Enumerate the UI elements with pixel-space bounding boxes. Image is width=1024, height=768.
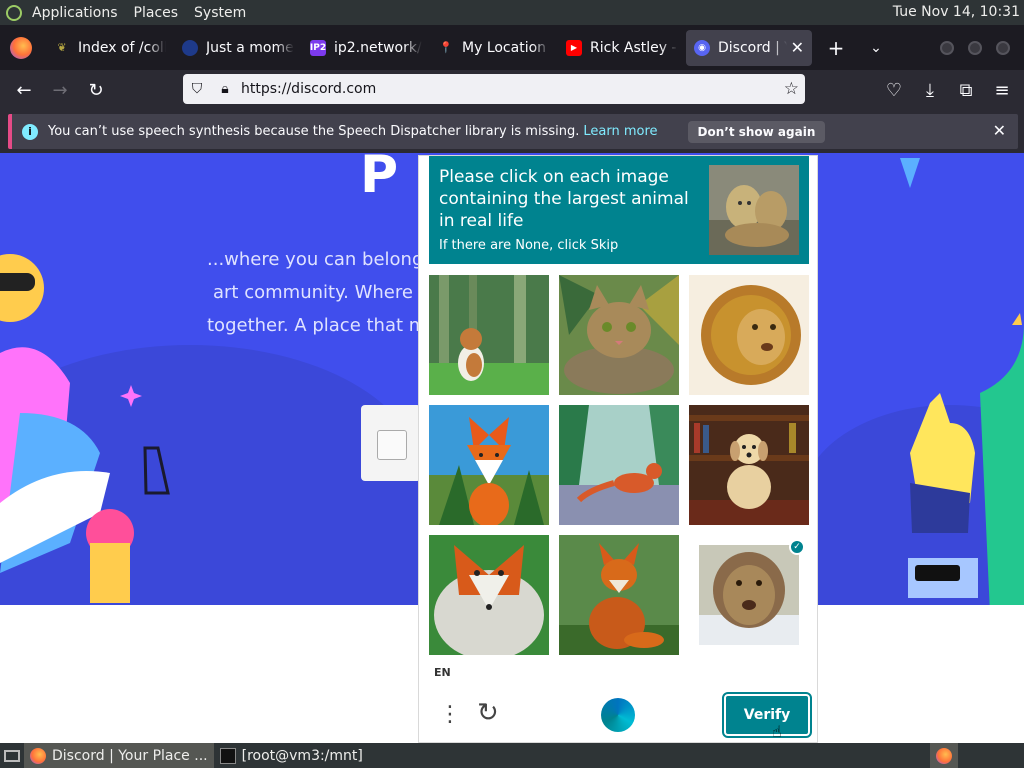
menu-dots-icon[interactable]: ⋮	[439, 702, 461, 727]
challenge-image-cell-selected[interactable]: ✓	[689, 535, 809, 655]
hero-text-line: art community. Where ju	[213, 282, 436, 303]
globe-icon	[182, 39, 198, 56]
new-tab-button[interactable]: +	[816, 36, 856, 60]
pocket-icon[interactable]: ♡	[876, 74, 912, 106]
reload-button[interactable]: ↻	[78, 74, 114, 106]
challenge-image-cell[interactable]	[429, 275, 549, 395]
discord-icon: ◉	[694, 39, 710, 56]
dont-show-again-button[interactable]: Don’t show again	[687, 120, 826, 143]
challenge-image-cell[interactable]	[689, 405, 809, 525]
taskbar-item-label: Discord | Your Place ...	[52, 747, 208, 764]
shield-icon[interactable]: ⛉	[183, 81, 211, 97]
tab-my-location[interactable]: 📍 My Location	[430, 25, 558, 70]
challenge-image-cell[interactable]	[429, 535, 549, 655]
cat-in-forest-image	[429, 275, 549, 395]
captcha-anchor	[361, 405, 421, 481]
clock[interactable]: Tue Nov 14, 10:31	[893, 4, 1020, 20]
lock-icon[interactable]: 🔒︎	[211, 81, 239, 97]
selected-checkmark-icon: ✓	[789, 539, 805, 555]
top-panel: Applications Places System Tue Nov 14, 1…	[0, 0, 1024, 25]
challenge-image-cell[interactable]	[689, 275, 809, 395]
challenge-image-cell[interactable]	[429, 405, 549, 525]
challenge-footer: ⋮ ↻ Verify	[419, 686, 817, 742]
notification-message: You can’t use speech synthesis because t…	[48, 124, 580, 139]
hcaptcha-challenge: Please click on each image containing th…	[418, 155, 818, 743]
menu-places[interactable]: Places	[126, 5, 187, 21]
minimize-window-button[interactable]	[940, 40, 954, 55]
challenge-image-cell[interactable]	[559, 405, 679, 525]
nav-bar: ← → ↻ ⛉ 🔒︎ https://discord.com ☆ ♡ ⤓ ⧉ ≡	[0, 70, 1024, 110]
bookmark-star-icon[interactable]: ☆	[784, 79, 799, 99]
ip2-icon: IP2	[310, 39, 326, 56]
close-window-button[interactable]	[996, 40, 1010, 55]
firefox-view-icon[interactable]	[10, 36, 32, 59]
close-tab-icon[interactable]: ✕	[791, 38, 804, 57]
back-button[interactable]: ←	[6, 74, 42, 106]
firefox-icon	[936, 747, 952, 764]
tab-ip2[interactable]: IP2 ip2.network/	[302, 25, 430, 70]
menu-applications[interactable]: Applications	[24, 5, 126, 21]
info-icon: i	[22, 123, 38, 140]
forward-button[interactable]: →	[42, 74, 78, 106]
gnome-foot-icon[interactable]	[6, 4, 22, 21]
challenge-image-cell[interactable]	[559, 275, 679, 395]
list-all-tabs-chevron-icon[interactable]: ⌄	[856, 40, 896, 56]
fox-portrait-image	[429, 535, 549, 655]
lion-image	[689, 275, 809, 395]
challenge-image-cell[interactable]	[559, 535, 679, 655]
url-bar[interactable]: ⛉ 🔒︎ https://discord.com ☆	[183, 74, 805, 104]
fox-on-path-image	[559, 405, 679, 525]
refresh-icon[interactable]: ↻	[477, 698, 499, 728]
maximize-window-button[interactable]	[968, 40, 982, 55]
menu-system[interactable]: System	[186, 5, 254, 21]
extensions-icon[interactable]: ⧉	[948, 74, 984, 106]
fox-image	[429, 405, 549, 525]
language-selector[interactable]: EN	[434, 666, 451, 679]
tab-discord[interactable]: ◉ Discord | Yo ✕	[686, 29, 812, 66]
youtube-icon: ▶	[566, 39, 582, 56]
hcaptcha-logo-icon	[601, 698, 635, 732]
character-illustration-right	[900, 158, 1024, 605]
taskbar-item-terminal[interactable]: [root@vm3:/mnt]	[214, 743, 369, 768]
hamburger-menu-icon[interactable]: ≡	[984, 74, 1020, 106]
tab-index[interactable]: ❦ Index of /colle	[46, 25, 174, 70]
taskbar-item-label: [root@vm3:/mnt]	[241, 747, 363, 764]
tab-just-a-moment[interactable]: Just a moment	[174, 25, 302, 70]
downloads-icon[interactable]: ⤓	[912, 74, 948, 106]
dog-by-bookshelf-image	[689, 405, 809, 525]
tray-firefox-icon[interactable]	[930, 743, 958, 768]
hand-cursor-icon: ☝	[772, 722, 782, 741]
hero-text-line: together. A place that ma	[207, 315, 438, 336]
location-pin-icon: 📍	[439, 41, 453, 54]
example-image-lions	[709, 165, 799, 255]
prompt-subtext: If there are None, click Skip	[439, 238, 619, 253]
terminal-icon	[219, 747, 236, 764]
fox-sitting-image	[559, 535, 679, 655]
firefox-icon	[30, 747, 46, 764]
learn-more-link[interactable]: Learn more	[583, 124, 657, 139]
url-text[interactable]: https://discord.com	[241, 81, 376, 97]
hero-text-line: ...where you can belong t	[207, 249, 437, 270]
leaf-icon: ❦	[57, 41, 67, 54]
taskbar-item-firefox[interactable]: Discord | Your Place ...	[24, 743, 214, 768]
show-desktop-icon[interactable]	[0, 743, 24, 768]
challenge-prompt: Please click on each image containing th…	[429, 156, 809, 264]
character-illustration-left	[0, 254, 170, 603]
tabby-cat-image	[559, 275, 679, 395]
close-notification-icon[interactable]: ✕	[993, 121, 1006, 140]
captcha-checkbox[interactable]	[377, 430, 407, 460]
tab-bar: ❦ Index of /colle Just a moment IP2 ip2.…	[0, 25, 1024, 70]
bottom-taskbar: Discord | Your Place ... [root@vm3:/mnt]	[0, 743, 1024, 768]
tab-rick-astley[interactable]: ▶ Rick Astley - N	[558, 25, 686, 70]
verify-button[interactable]: Verify	[722, 692, 812, 738]
prompt-text: Please click on each image containing th…	[439, 167, 689, 231]
hero-title: P	[360, 153, 399, 205]
notification-bar: i You can’t use speech synthesis because…	[8, 114, 1018, 149]
